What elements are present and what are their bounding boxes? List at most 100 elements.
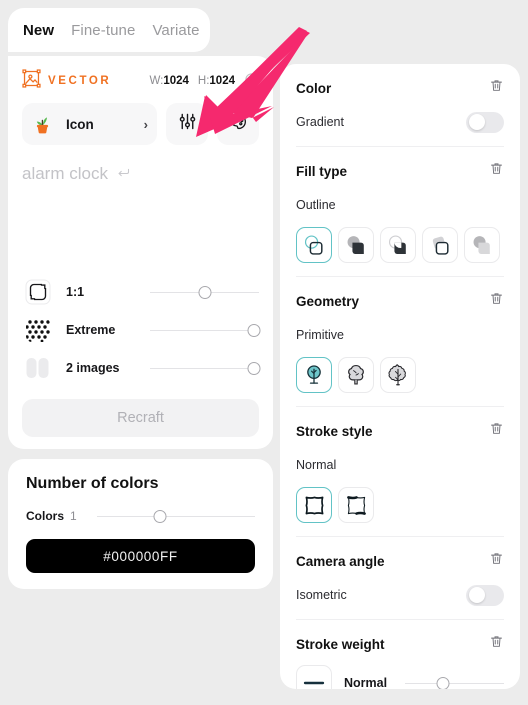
stroke-weight-row: Normal xyxy=(296,665,504,689)
style-picker[interactable]: Icon › xyxy=(22,103,157,145)
style-name-label: Icon xyxy=(66,116,94,132)
section-header: Camera angle xyxy=(296,551,504,571)
aspect-ratio-icon[interactable] xyxy=(22,276,54,308)
width-value: 1024 xyxy=(163,75,189,87)
inspector-panel: Color Gradient Fill type Outline Geometr… xyxy=(280,64,520,689)
palette-icon xyxy=(228,111,249,137)
stroke-swatch-tapered[interactable] xyxy=(338,487,374,523)
width-key: W: xyxy=(149,75,164,87)
trash-icon[interactable] xyxy=(489,634,504,654)
settings-sliders-button[interactable] xyxy=(166,103,208,145)
option-row-detail: Extreme xyxy=(22,311,261,349)
vector-header: VECTOR W:1024 H:1024 xyxy=(22,69,259,92)
section-title: Stroke style xyxy=(296,423,373,439)
aspect-ratio-label: 1:1 xyxy=(66,285,85,299)
slider-knob[interactable] xyxy=(247,362,261,375)
section-header: Fill type xyxy=(296,161,504,181)
fill-swatch-half-fill[interactable] xyxy=(380,227,416,263)
generator-card: VECTOR W:1024 H:1024 Icon › alarm clock … xyxy=(8,56,273,449)
geometry-swatch-tree-rounded[interactable] xyxy=(338,357,374,393)
section-header: Geometry xyxy=(296,291,504,311)
mode-tabs: New Fine-tune Variate xyxy=(8,8,210,52)
vector-badge-label: VECTOR xyxy=(48,75,112,87)
fill-swatch-offset-outline[interactable] xyxy=(422,227,458,263)
tab-new[interactable]: New xyxy=(23,22,54,39)
app-root: New Fine-tune Variate VECTOR W:1024 H:10… xyxy=(0,0,528,705)
slider-track xyxy=(405,682,504,684)
image-count-slider[interactable] xyxy=(150,359,261,377)
colors-slider[interactable] xyxy=(96,507,255,525)
hex-color-swatch[interactable]: #000000FF xyxy=(26,539,255,573)
slider-knob[interactable] xyxy=(247,324,261,337)
fill-swatch-solid-shadow[interactable] xyxy=(338,227,374,263)
section-stroke-weight: Stroke weight Normal xyxy=(296,620,504,689)
section-stroke-style: Stroke style Normal xyxy=(296,407,504,537)
geometry-swatch-tree-detailed[interactable] xyxy=(380,357,416,393)
stroke-weight-slider[interactable] xyxy=(405,674,504,689)
number-of-colors-title: Number of colors xyxy=(26,475,159,492)
clock-icon[interactable] xyxy=(244,72,259,90)
section-header: Color xyxy=(296,78,504,98)
slider-knob[interactable] xyxy=(436,677,450,689)
trash-icon[interactable] xyxy=(489,78,504,98)
two-images-icon[interactable] xyxy=(22,352,54,384)
number-of-colors-card: Number of colors Colors 1 #000000FF xyxy=(8,459,273,589)
stroke-style-value-row: Normal xyxy=(296,454,504,476)
tab-fine-tune[interactable]: Fine-tune xyxy=(71,22,135,39)
fill-type-value: Outline xyxy=(296,198,336,212)
colors-label: Colors xyxy=(26,509,65,523)
dimensions: W:1024 H:1024 xyxy=(149,72,259,90)
image-count-label: 2 images xyxy=(66,361,120,375)
polka-dots-icon[interactable] xyxy=(22,314,54,346)
fill-swatch-outline[interactable] xyxy=(296,227,332,263)
stroke-swatch-normal[interactable] xyxy=(296,487,332,523)
section-title: Color xyxy=(296,80,332,96)
option-row-count: 2 images xyxy=(22,349,261,387)
trash-icon[interactable] xyxy=(489,161,504,181)
fill-type-swatches xyxy=(296,227,504,263)
slider-knob[interactable] xyxy=(153,510,167,523)
gradient-label: Gradient xyxy=(296,115,344,129)
trash-icon[interactable] xyxy=(489,551,504,571)
section-camera-angle: Camera angle Isometric xyxy=(296,537,504,620)
prompt-input[interactable]: alarm clock xyxy=(22,161,259,187)
option-row-aspect: 1:1 xyxy=(22,273,259,311)
height-key: H: xyxy=(197,75,210,87)
style-controls: Icon › xyxy=(22,103,259,145)
slider-track xyxy=(96,515,255,517)
isometric-row: Isometric xyxy=(296,584,504,606)
detail-slider[interactable] xyxy=(150,321,261,339)
prompt-text: alarm clock xyxy=(22,164,108,183)
palette-button[interactable] xyxy=(217,103,259,145)
fill-swatch-overlap-gray[interactable] xyxy=(464,227,500,263)
section-geometry: Geometry Primitive xyxy=(296,277,504,407)
slider-knob[interactable] xyxy=(198,286,211,299)
slider-track xyxy=(150,329,259,331)
trash-icon[interactable] xyxy=(489,291,504,311)
toggle-knob xyxy=(468,587,485,603)
stroke-line-icon[interactable] xyxy=(296,665,332,689)
geometry-swatch-tree-primitive[interactable] xyxy=(296,357,332,393)
tab-variate[interactable]: Variate xyxy=(152,22,199,39)
geometry-value-row: Primitive xyxy=(296,324,504,346)
chevron-right-icon: › xyxy=(143,116,148,132)
colors-value: 1 xyxy=(70,509,77,523)
trash-icon[interactable] xyxy=(489,421,504,441)
section-header: Stroke style xyxy=(296,421,504,441)
section-title: Fill type xyxy=(296,163,348,179)
section-title: Stroke weight xyxy=(296,636,385,652)
sliders-icon xyxy=(177,111,198,137)
toggle-knob xyxy=(468,114,485,130)
isometric-toggle[interactable] xyxy=(466,584,504,606)
return-arrow-icon[interactable] xyxy=(116,165,131,184)
colors-count-row: Colors 1 xyxy=(26,507,255,525)
geometry-swatches xyxy=(296,357,504,393)
canvas-spacer xyxy=(22,187,259,273)
potted-plant-icon xyxy=(31,112,55,136)
gradient-toggle[interactable] xyxy=(466,111,504,133)
aspect-ratio-slider[interactable] xyxy=(150,283,259,301)
section-fill-type: Fill type Outline xyxy=(296,147,504,277)
isometric-label: Isometric xyxy=(296,588,347,602)
recraft-button[interactable]: Recraft xyxy=(22,399,259,437)
gradient-row: Gradient xyxy=(296,111,504,133)
